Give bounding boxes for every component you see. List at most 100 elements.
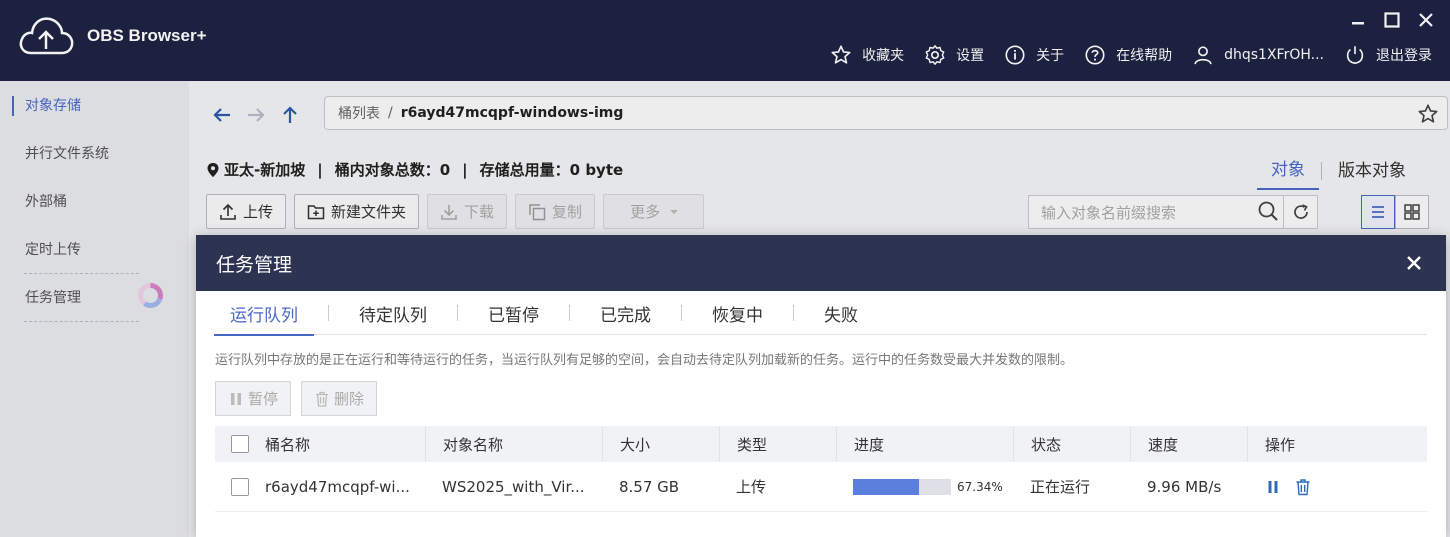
- delete-button[interactable]: 删除: [301, 381, 378, 416]
- dialog-close-button[interactable]: [1404, 253, 1424, 273]
- column-label: 操作: [1265, 435, 1296, 454]
- tab-divider: [793, 305, 794, 321]
- column-header-speed: 速度: [1130, 426, 1247, 462]
- breadcrumb-root[interactable]: 桶列表: [338, 103, 380, 123]
- nav-user[interactable]: dhqs1XFrOH...: [1192, 44, 1324, 66]
- progress-bar-fill: [853, 478, 919, 495]
- more-button[interactable]: 更多: [603, 194, 705, 229]
- cell-type: 上传: [719, 462, 836, 511]
- close-window-icon[interactable]: [1416, 10, 1436, 30]
- tab-paused[interactable]: 已暂停: [472, 301, 555, 334]
- grid-icon: [1404, 204, 1420, 220]
- tab-divider: [457, 305, 458, 321]
- folder-add-icon: [307, 204, 325, 219]
- column-header-status: 状态: [1013, 426, 1130, 462]
- nav-label: 在线帮助: [1116, 48, 1173, 64]
- trash-icon[interactable]: [1294, 478, 1312, 496]
- task-tabs: 运行队列 待定队列 已暂停 已完成 恢复中 失败: [214, 301, 1427, 336]
- breadcrumb-current: r6ayd47mcqpf-windows-img: [400, 105, 624, 121]
- nav-label: 设置: [956, 48, 985, 64]
- tab-divider: [681, 305, 682, 321]
- nav-about[interactable]: 关于: [1004, 44, 1064, 66]
- nav-logout[interactable]: 退出登录: [1344, 44, 1432, 66]
- nav-help[interactable]: 在线帮助: [1084, 44, 1172, 66]
- title-bar: OBS Browser+ 收藏夹 设置 关于 在线帮助 dhqs1XFrOH..…: [0, 0, 1450, 81]
- search-placeholder: 输入对象名前缀搜索: [1041, 203, 1177, 222]
- tab-failed[interactable]: 失败: [808, 301, 874, 334]
- tab-objects[interactable]: 对象: [1257, 151, 1319, 190]
- column-header-progress: 进度: [836, 426, 1013, 462]
- tab-version-objects[interactable]: 版本对象: [1324, 152, 1420, 189]
- new-folder-button[interactable]: 新建文件夹: [294, 194, 420, 229]
- progress-bar: [853, 478, 951, 495]
- nav-favorites[interactable]: 收藏夹: [830, 44, 904, 66]
- copy-icon: [529, 203, 546, 220]
- tab-completed[interactable]: 已完成: [584, 301, 667, 334]
- user-icon: [1194, 46, 1212, 65]
- top-nav: 收藏夹 设置 关于 在线帮助 dhqs1XFrOH... 退出登录: [810, 44, 1432, 66]
- tab-pending-queue[interactable]: 待定队列: [343, 301, 443, 334]
- tab-running-queue[interactable]: 运行队列: [214, 301, 314, 336]
- queue-description: 运行队列中存放的是正在运行和等待运行的任务，当运行队列有足够的空间，会自动去待定…: [215, 353, 1074, 368]
- tab-recovering[interactable]: 恢复中: [696, 301, 779, 334]
- download-icon: [441, 204, 457, 220]
- pause-icon[interactable]: [1264, 478, 1282, 496]
- column-header-actions: 操作: [1247, 426, 1347, 462]
- task-table: 桶名称 对象名称 大小 类型 进度 状态 速度 操作 r6ayd47mcqpf-…: [215, 426, 1427, 512]
- path-input[interactable]: 桶列表 / r6ayd47mcqpf-windows-img: [324, 96, 1448, 130]
- info-separator: |: [317, 160, 323, 179]
- loading-spinner-icon: [138, 283, 163, 308]
- upload-button[interactable]: 上传: [206, 194, 287, 229]
- up-button[interactable]: [273, 98, 307, 132]
- grid-view-button[interactable]: [1395, 195, 1429, 229]
- sidebar-item-task-management[interactable]: 任务管理: [24, 274, 139, 322]
- nav-label: 关于: [1036, 48, 1065, 64]
- button-label: 删除: [334, 390, 365, 408]
- column-header-bucket: 桶名称: [215, 426, 425, 462]
- sidebar-item-label: 定时上传: [25, 242, 81, 258]
- region-label: 亚太-新加坡: [224, 161, 306, 179]
- button-label: 上传: [243, 203, 274, 221]
- bucket-info: 亚太-新加坡 | 桶内对象总数：0 | 存储总用量：0 byte: [206, 159, 623, 180]
- star-icon: [1418, 104, 1438, 123]
- minimize-icon[interactable]: [1348, 10, 1368, 30]
- cell-progress: 67.34%: [836, 462, 1013, 511]
- sidebar-item-object-storage[interactable]: 对象存储: [0, 82, 189, 130]
- column-label: 速度: [1148, 435, 1179, 454]
- select-all-checkbox[interactable]: [231, 435, 249, 453]
- view-tabs: 对象 版本对象: [1257, 151, 1420, 190]
- download-button[interactable]: 下载: [427, 194, 508, 229]
- favorite-button[interactable]: [1417, 103, 1439, 129]
- task-type: 上传: [736, 478, 767, 496]
- refresh-button[interactable]: [1283, 196, 1317, 228]
- column-header-size: 大小: [602, 426, 719, 462]
- app-logo: OBS Browser+: [17, 13, 207, 59]
- sidebar-item-external-bucket[interactable]: 外部桶: [0, 178, 189, 226]
- search-button[interactable]: [1257, 200, 1279, 226]
- button-label: 暂停: [248, 390, 279, 408]
- forward-button[interactable]: [239, 98, 273, 132]
- row-checkbox[interactable]: [231, 477, 249, 496]
- cell-speed: 9.96 MB/s: [1130, 462, 1247, 511]
- power-icon: [1346, 46, 1364, 64]
- app-title: OBS Browser+: [87, 26, 207, 45]
- cell-size: 8.57 GB: [602, 462, 719, 511]
- nav-label: 退出登录: [1376, 48, 1432, 64]
- location-pin-icon: [207, 162, 219, 177]
- nav-label: dhqs1XFrOH...: [1224, 47, 1324, 63]
- nav-settings[interactable]: 设置: [924, 44, 984, 66]
- back-button[interactable]: [205, 98, 239, 132]
- table-header: 桶名称 对象名称 大小 类型 进度 状态 速度 操作: [215, 426, 1427, 462]
- copy-button[interactable]: 复制: [515, 194, 596, 229]
- search-input[interactable]: 输入对象名前缀搜索: [1028, 195, 1318, 229]
- maximize-icon[interactable]: [1382, 10, 1402, 30]
- sidebar-item-parallel-fs[interactable]: 并行文件系统: [0, 130, 189, 178]
- column-header-type: 类型: [719, 426, 836, 462]
- sidebar-item-scheduled-upload[interactable]: 定时上传: [24, 226, 139, 274]
- table-row: r6ayd47mcqpf-wi... WS2025_with_Vir... 8.…: [215, 462, 1427, 512]
- list-view-button[interactable]: [1361, 195, 1395, 229]
- breadcrumb-separator: /: [388, 105, 393, 121]
- column-label: 进度: [854, 435, 885, 454]
- button-label: 新建文件夹: [331, 203, 407, 221]
- pause-button[interactable]: 暂停: [215, 381, 292, 416]
